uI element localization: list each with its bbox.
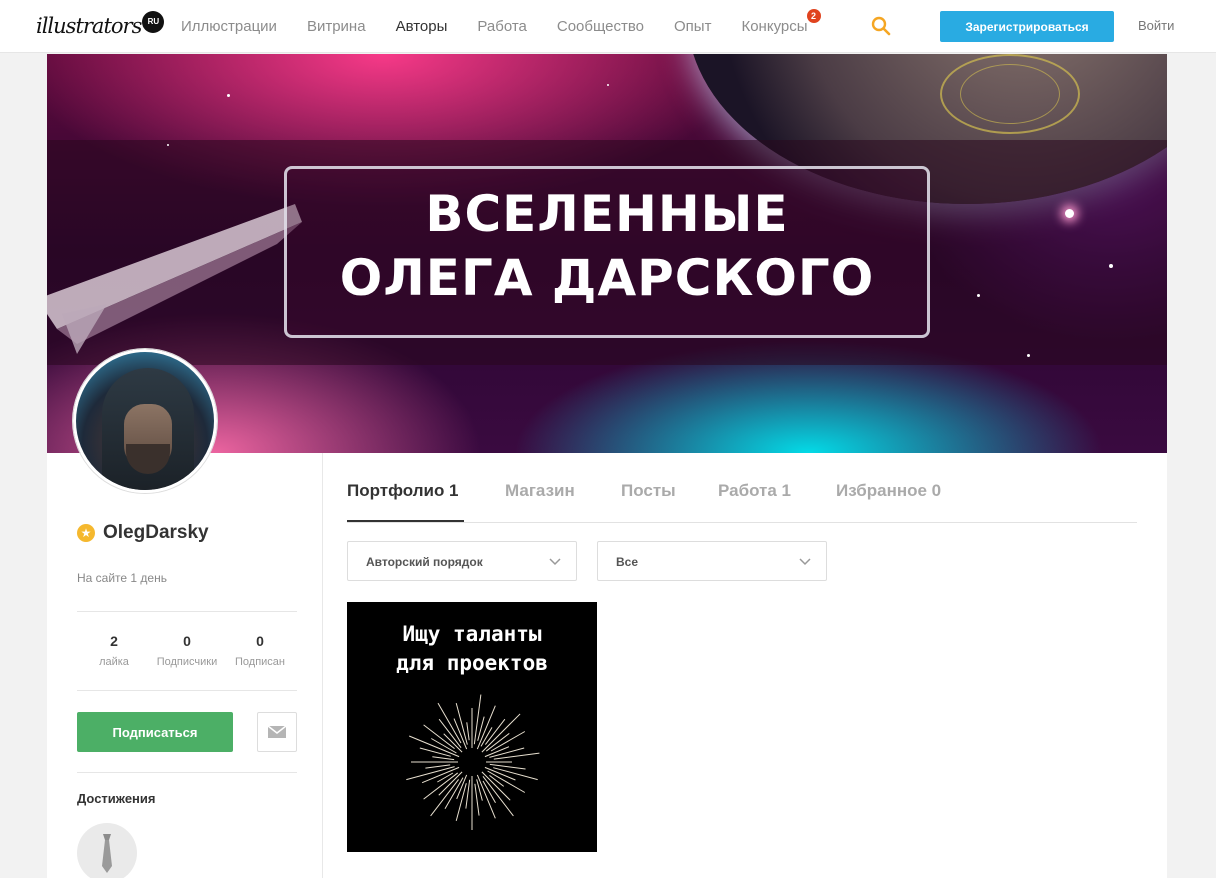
portfolio-item-line2: для проектов [396, 651, 548, 675]
nav-item-contests-label: Конкурсы [741, 18, 808, 35]
starburst-ray [489, 774, 505, 787]
stat-likes-value: 2 [110, 633, 118, 649]
nav-item-experience[interactable]: Опыт [674, 18, 711, 35]
subscribe-button[interactable]: Подписаться [77, 712, 233, 752]
category-select[interactable]: Все [597, 541, 827, 581]
chevron-down-icon [549, 558, 561, 566]
starburst-ray [437, 772, 454, 783]
main-nav: Иллюстрации Витрина Авторы Работа Сообще… [166, 0, 823, 53]
stat-likes[interactable]: 2 лайка [74, 633, 154, 668]
stat-followers[interactable]: 0 Подписчики [147, 633, 227, 668]
nav-item-jobs[interactable]: Работа [477, 18, 527, 35]
sort-order-select[interactable]: Авторский порядок [347, 541, 577, 581]
cover-spaceship [47, 204, 302, 354]
nav-item-showcase[interactable]: Витрина [307, 18, 366, 35]
tab-portfolio[interactable]: Портфолио 1 [347, 481, 459, 501]
nav-item-illustrations[interactable]: Иллюстрации [181, 18, 277, 35]
avatar[interactable] [73, 349, 217, 493]
starburst-ray [419, 747, 451, 757]
cover-star [167, 144, 169, 146]
stat-following[interactable]: 0 Подписан [220, 633, 300, 668]
cover-title-line1: ВСЕЛЕННЫЕ [425, 185, 789, 243]
portfolio-item-line1: Ищу таланты [402, 622, 542, 646]
cover-star [607, 84, 609, 86]
stat-following-label: Подписан [235, 656, 285, 668]
profile-tabs: Портфолио 1 Магазин Посты Работа 1 Избра… [347, 453, 1137, 523]
search-icon[interactable] [871, 16, 891, 36]
stat-followers-label: Подписчики [156, 656, 218, 668]
tie-icon [102, 834, 112, 873]
logo-badge: RU [142, 11, 165, 33]
divider [77, 772, 297, 773]
nav-item-contests[interactable]: Конкурсы 2 [741, 9, 821, 35]
starburst-ray [432, 756, 455, 761]
starburst-ray [466, 722, 470, 741]
achievement-badge[interactable] [77, 823, 137, 878]
starburst-ray [423, 724, 455, 750]
cover-star [1065, 209, 1074, 218]
username: OlegDarsky [103, 522, 209, 543]
portfolio-item[interactable]: Ищу таланты для проектов [347, 602, 597, 852]
cover-star [1027, 354, 1030, 357]
stat-following-value: 0 [256, 633, 264, 649]
cover-title: ВСЕЛЕННЫЕ ОЛЕГА ДАРСКОГО [284, 182, 930, 310]
divider [77, 690, 297, 691]
starburst-ray [406, 766, 455, 781]
starburst-ray [476, 779, 483, 801]
starburst-ray [425, 764, 451, 769]
cover-star [227, 94, 230, 97]
nav-item-authors[interactable]: Авторы [396, 18, 448, 35]
achievements-title: Достижения [77, 791, 156, 806]
starburst-ray [481, 713, 521, 753]
top-navbar: illustrators RU Иллюстрации Витрина Авто… [0, 0, 1216, 53]
category-value: Все [616, 555, 639, 569]
tab-posts[interactable]: Посты [621, 481, 676, 501]
starburst-graphic [406, 694, 540, 830]
member-since: На сайте 1 день [77, 571, 167, 585]
portfolio-item-text: Ищу таланты для проектов [347, 620, 597, 678]
tab-shop[interactable]: Магазин [505, 481, 575, 501]
stat-likes-label: лайка [99, 656, 129, 668]
tab-favorites[interactable]: Избранное 0 [836, 481, 941, 501]
contests-badge: 2 [806, 9, 821, 23]
site-logo[interactable]: illustrators RU [36, 10, 165, 42]
star-icon: ★ [77, 524, 95, 542]
sidebar-divider [322, 453, 323, 878]
starburst-ray [474, 783, 480, 816]
mail-icon [267, 725, 287, 738]
message-button[interactable] [257, 712, 297, 752]
logo-text: illustrators [36, 14, 142, 38]
cover-star [977, 294, 980, 297]
cover-title-line2: ОЛЕГА ДАРСКОГО [339, 249, 875, 307]
starburst-ray [473, 694, 482, 745]
divider [77, 611, 297, 612]
starburst-ray [477, 716, 485, 741]
sort-order-value: Авторский порядок [366, 555, 483, 569]
chevron-down-icon [799, 558, 811, 566]
tab-active-indicator [347, 520, 464, 522]
tab-jobs[interactable]: Работа 1 [718, 481, 791, 501]
cover-star [1109, 264, 1113, 268]
starburst-ray [438, 771, 463, 796]
starburst-ray [430, 779, 460, 817]
profile-cover: ВСЕЛЕННЫЕ ОЛЕГА ДАРСКОГО [47, 54, 1167, 453]
login-link[interactable]: Войти [1138, 18, 1174, 33]
stat-followers-value: 0 [183, 633, 191, 649]
nav-item-community[interactable]: Сообщество [557, 18, 644, 35]
cover-ring-inner [960, 64, 1060, 124]
register-button[interactable]: Зарегистрироваться [940, 11, 1114, 42]
